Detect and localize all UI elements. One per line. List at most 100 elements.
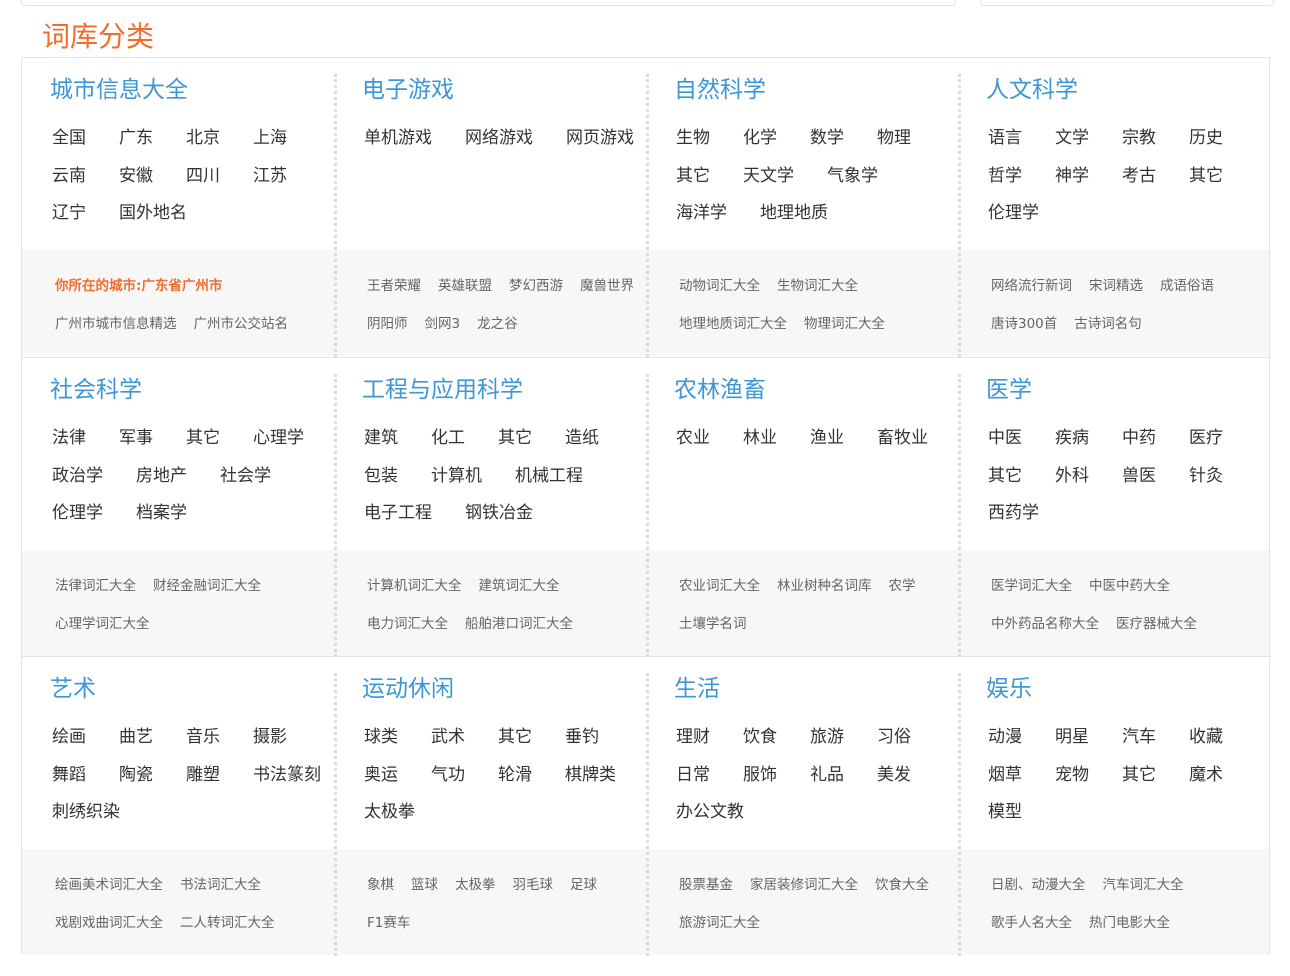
category-link[interactable]: 旅游 <box>810 719 844 757</box>
category-link[interactable]: 畜牧业 <box>877 420 928 458</box>
category-link[interactable]: 中医 <box>988 420 1022 458</box>
sub-link[interactable]: 绘画美术词汇大全 <box>55 866 163 904</box>
category-link[interactable]: 安徽 <box>119 158 153 196</box>
sub-link[interactable]: 动物词汇大全 <box>679 267 760 305</box>
sub-link[interactable]: 家居装修词汇大全 <box>750 866 858 904</box>
category-link[interactable]: 物理 <box>877 120 911 158</box>
category-link[interactable]: 服饰 <box>743 757 777 795</box>
category-link[interactable]: 建筑 <box>364 420 398 458</box>
category-link[interactable]: 武术 <box>431 719 465 757</box>
category-link[interactable]: 汽车 <box>1122 719 1156 757</box>
category-link[interactable]: 网页游戏 <box>566 120 634 158</box>
sub-link[interactable]: 生物词汇大全 <box>777 267 858 305</box>
category-link[interactable]: 数学 <box>810 120 844 158</box>
sub-link[interactable]: 林业树种名词库 <box>777 567 872 605</box>
category-link[interactable]: 垂钓 <box>565 719 599 757</box>
category-link[interactable]: 地理地质 <box>760 195 828 233</box>
category-link[interactable]: 语言 <box>988 120 1022 158</box>
category-link[interactable]: 中药 <box>1122 420 1156 458</box>
category-link[interactable]: 外科 <box>1055 458 1089 496</box>
category-title-link[interactable]: 娱乐 <box>986 673 1032 705</box>
category-link[interactable]: 全国 <box>52 120 86 158</box>
category-link[interactable]: 造纸 <box>565 420 599 458</box>
category-title-link[interactable]: 城市信息大全 <box>50 74 188 106</box>
category-title-link[interactable]: 医学 <box>986 374 1032 406</box>
sub-link[interactable]: 中医中药大全 <box>1089 567 1170 605</box>
sub-link[interactable]: 二人转词汇大全 <box>180 904 275 942</box>
sub-link[interactable]: 剑网3 <box>425 305 461 343</box>
sub-link[interactable]: 热门电影大全 <box>1089 904 1170 942</box>
category-link[interactable]: 气象学 <box>827 158 878 196</box>
sub-link[interactable]: 地理地质词汇大全 <box>679 305 787 343</box>
category-link[interactable]: 其它 <box>498 719 532 757</box>
category-link[interactable]: 文学 <box>1055 120 1089 158</box>
sub-link[interactable]: 医学词汇大全 <box>991 567 1072 605</box>
category-link[interactable]: 农业 <box>676 420 710 458</box>
sub-link[interactable]: 王者荣耀 <box>367 267 421 305</box>
category-link[interactable]: 渔业 <box>810 420 844 458</box>
sub-link[interactable]: 龙之谷 <box>477 305 518 343</box>
category-link[interactable]: 舞蹈 <box>52 757 86 795</box>
category-link[interactable]: 单机游戏 <box>364 120 432 158</box>
category-link[interactable]: 雕塑 <box>186 757 220 795</box>
sub-link[interactable]: 农学 <box>889 567 916 605</box>
category-link[interactable]: 生物 <box>676 120 710 158</box>
category-link[interactable]: 球类 <box>364 719 398 757</box>
top-right-box[interactable] <box>980 0 1274 6</box>
category-link[interactable]: 社会学 <box>220 458 271 496</box>
sub-link[interactable]: 建筑词汇大全 <box>479 567 560 605</box>
category-title-link[interactable]: 社会科学 <box>50 374 142 406</box>
category-link[interactable]: 动漫 <box>988 719 1022 757</box>
category-link[interactable]: 伦理学 <box>52 495 103 533</box>
sub-link[interactable]: 法律词汇大全 <box>55 567 136 605</box>
category-link[interactable]: 疾病 <box>1055 420 1089 458</box>
category-link[interactable]: 房地产 <box>136 458 187 496</box>
category-link[interactable]: 其它 <box>186 420 220 458</box>
sub-link[interactable]: 英雄联盟 <box>438 267 492 305</box>
category-link[interactable]: 太极拳 <box>364 794 415 832</box>
sub-link[interactable]: 网络流行新词 <box>991 267 1072 305</box>
category-title-link[interactable]: 工程与应用科学 <box>362 374 523 406</box>
sub-link[interactable]: 旅游词汇大全 <box>679 904 760 942</box>
sub-link[interactable]: 土壤学名词 <box>679 605 747 643</box>
sub-link[interactable]: 农业词汇大全 <box>679 567 760 605</box>
sub-link[interactable]: 羽毛球 <box>513 866 554 904</box>
category-link[interactable]: 魔术 <box>1189 757 1223 795</box>
sub-link[interactable]: 阴阳师 <box>367 305 408 343</box>
category-link[interactable]: 机械工程 <box>515 458 583 496</box>
category-link[interactable]: 习俗 <box>877 719 911 757</box>
sub-link[interactable]: 汽车词汇大全 <box>1103 866 1184 904</box>
category-link[interactable]: 绘画 <box>52 719 86 757</box>
sub-link[interactable]: F1赛车 <box>367 904 410 942</box>
category-link[interactable]: 办公文教 <box>676 794 744 832</box>
category-link[interactable]: 理财 <box>676 719 710 757</box>
category-link[interactable]: 电子工程 <box>364 495 432 533</box>
category-title-link[interactable]: 艺术 <box>50 673 96 705</box>
sub-link[interactable]: 广州市城市信息精选 <box>55 305 177 343</box>
sub-link[interactable]: 计算机词汇大全 <box>367 567 462 605</box>
category-link[interactable]: 广东 <box>119 120 153 158</box>
category-link[interactable]: 天文学 <box>743 158 794 196</box>
category-title-link[interactable]: 运动休闲 <box>362 673 454 705</box>
category-link[interactable]: 礼品 <box>810 757 844 795</box>
category-link[interactable]: 其它 <box>676 158 710 196</box>
category-title-link[interactable]: 人文科学 <box>986 74 1078 106</box>
category-link[interactable]: 气功 <box>431 757 465 795</box>
category-link[interactable]: 北京 <box>186 120 220 158</box>
category-link[interactable]: 明星 <box>1055 719 1089 757</box>
category-link[interactable]: 轮滑 <box>498 757 532 795</box>
category-link[interactable]: 海洋学 <box>676 195 727 233</box>
sub-link[interactable]: 心理学词汇大全 <box>55 605 150 643</box>
category-link[interactable]: 化工 <box>431 420 465 458</box>
sub-link[interactable]: 股票基金 <box>679 866 733 904</box>
category-link[interactable]: 西药学 <box>988 495 1039 533</box>
sub-link[interactable]: 饮食大全 <box>875 866 929 904</box>
category-link[interactable]: 收藏 <box>1189 719 1223 757</box>
category-link[interactable]: 档案学 <box>136 495 187 533</box>
category-link[interactable]: 其它 <box>988 458 1022 496</box>
category-link[interactable]: 伦理学 <box>988 195 1039 233</box>
category-link[interactable]: 陶瓷 <box>119 757 153 795</box>
category-link[interactable]: 宠物 <box>1055 757 1089 795</box>
category-link[interactable]: 模型 <box>988 794 1022 832</box>
category-link[interactable]: 兽医 <box>1122 458 1156 496</box>
